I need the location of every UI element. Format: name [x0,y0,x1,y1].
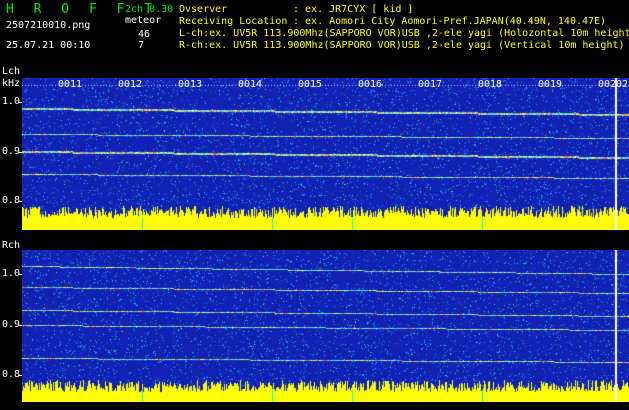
meteor-label: meteor [125,15,162,26]
lch-channel-label: Lch [2,66,21,77]
minute-mark: 0018 [478,79,503,90]
minute-mark: 0015 [298,79,323,90]
rch-channel-label: Rch [2,240,21,251]
lch-unit-label: kHz [2,78,21,89]
observer-value: : ex. JR7CYX [ kid ] [293,4,414,15]
meteor-count-rch: 7 [138,40,145,51]
minute-mark: 0013 [178,79,203,90]
lch-info: L-ch:ex. UV5R 113.900Mhz(SAPPORO VOR)USB… [179,28,629,39]
rch-info: R-ch:ex. UV5R 113.900Mhz(SAPPORO VOR)USB… [179,40,625,51]
lch-spectrogram-canvas [22,78,629,230]
minute-mark: 0019 [538,79,563,90]
observer-label: Ovserver [179,4,228,15]
rch-spectrogram [22,250,629,402]
minute-mark: 0012 [118,79,143,90]
timestamp-label: 25.07.21 00:10 [6,40,91,51]
minute-marks-row: 0011 0012 0013 0014 0015 0016 0017 0018 0019 0020… [22,79,629,91]
location-value: : ex. Aomori City Aomori-Pref.JAPAN(40.4… [293,16,607,27]
minute-mark: 0011 [58,79,83,90]
location-label: Receiving Location [179,16,288,27]
lch-spectrogram [22,78,629,230]
rch-spectrogram-canvas [22,250,629,402]
minute-mark: 0020 [598,79,623,90]
minute-mark: 2 [622,79,629,90]
minute-mark: 0017 [418,79,443,90]
filename-label: 2507210010.png [6,20,91,31]
minute-mark: 0014 [238,79,263,90]
minute-mark: 0016 [358,79,383,90]
